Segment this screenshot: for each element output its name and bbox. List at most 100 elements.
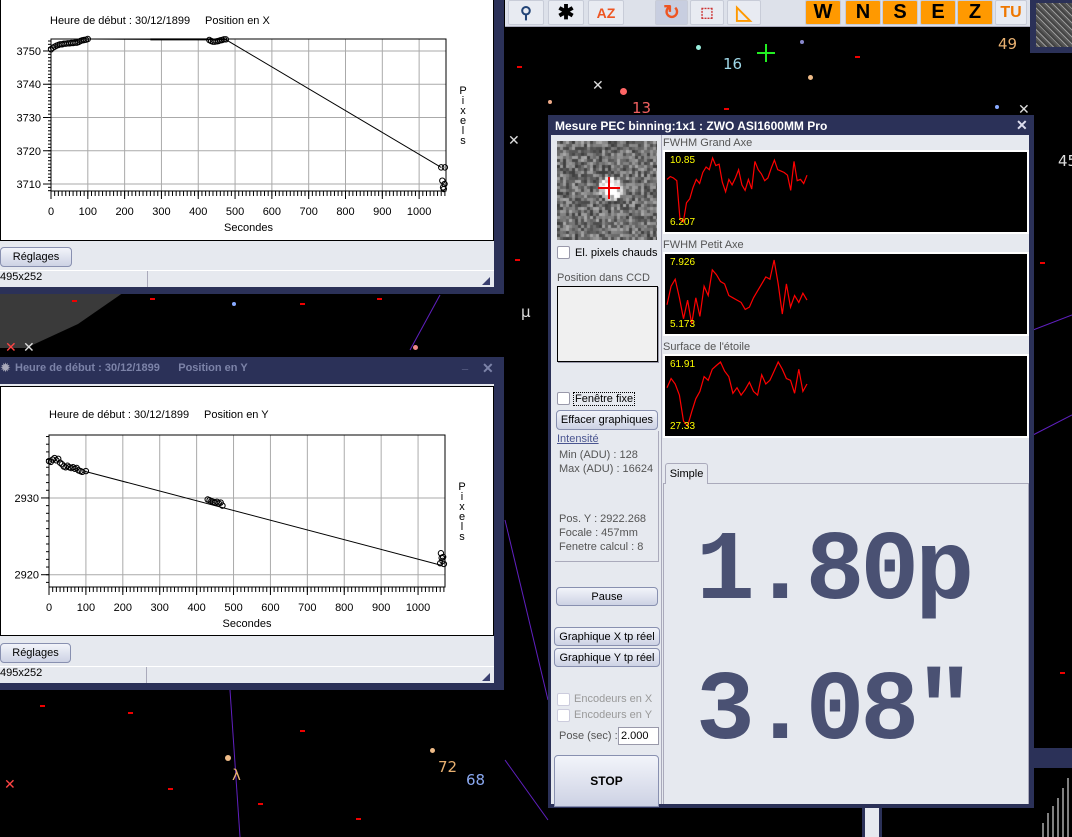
pause-button[interactable]: Pause: [556, 587, 658, 606]
ccd-position-label: Position dans CCD: [557, 272, 650, 284]
az-sort-icon[interactable]: AZ: [588, 0, 624, 25]
sparkline: [667, 158, 807, 222]
window-fragment: [862, 805, 882, 837]
trend-line: [84, 471, 442, 565]
target-crosshair-icon[interactable]: [757, 44, 775, 62]
fwhm-minor-label: FWHM Petit Axe: [663, 239, 744, 251]
hot-pixels-checkbox[interactable]: [557, 246, 570, 259]
x-tick-label: 400: [189, 206, 207, 218]
size-label: 495x252: [0, 271, 42, 283]
x-tick-label: 100: [77, 602, 95, 614]
x-tick-label: 300: [151, 602, 169, 614]
tab-simple[interactable]: Simple: [665, 463, 708, 484]
tab-label: Simple: [670, 468, 704, 480]
x-marker-icon: ✕: [5, 340, 17, 354]
x-tick-label: 900: [372, 602, 390, 614]
refresh-icon[interactable]: ↻: [655, 0, 688, 25]
telescope-icon[interactable]: ⚲: [508, 0, 544, 25]
graph-x-realtime-button[interactable]: Graphique X tp réel: [554, 627, 660, 646]
x-tick-label: 400: [187, 602, 205, 614]
sparkline: [667, 362, 807, 426]
max-value: 7.926: [670, 257, 695, 268]
star-label: λ: [232, 766, 241, 784]
star-icon[interactable]: ✱: [548, 0, 584, 25]
hot-pixels-label: El. pixels chauds: [575, 247, 658, 259]
y-axis-label: s: [460, 135, 466, 147]
clear-graphs-button[interactable]: Effacer graphiques: [556, 410, 658, 430]
fixed-window-checkbox[interactable]: [557, 392, 570, 405]
graph-y-realtime-button[interactable]: Graphique Y tp réel: [554, 648, 660, 667]
status-bar: 495x252: [0, 270, 494, 287]
resize-grip-icon[interactable]: [482, 277, 490, 285]
star: [620, 88, 627, 95]
y-tick-label: 3740: [17, 79, 41, 91]
x-tick-label: 600: [263, 206, 281, 218]
x-tick-label: 300: [152, 206, 170, 218]
encoder-y-checkbox[interactable]: [557, 709, 570, 722]
minimize-button[interactable]: _: [462, 359, 468, 371]
star-label: 72: [438, 758, 457, 776]
star-surface-label: Surface de l'étoile: [663, 341, 750, 353]
direction-s-button[interactable]: S: [882, 0, 918, 25]
sparkline: [667, 260, 807, 324]
star-label: 49: [998, 35, 1017, 53]
pec-measure-window: Mesure PEC binning:1x1 : ZWO ASI1600MM P…: [548, 115, 1034, 808]
y-tick-label: 3750: [17, 46, 41, 58]
close-button[interactable]: ✕: [482, 360, 494, 377]
max-value: 61.91: [670, 359, 695, 370]
position-x-plot: Heure de début : 30/12/1899 Position en …: [0, 0, 494, 241]
data-point: [442, 165, 447, 170]
plot-frame: [51, 39, 446, 191]
x-tick-label: 700: [298, 602, 316, 614]
y-tick-label: 3730: [17, 112, 41, 124]
direction-e-button[interactable]: E: [920, 0, 956, 25]
resize-grip-icon[interactable]: [482, 673, 490, 681]
exposure-input[interactable]: [618, 727, 659, 745]
position-x-window: Heure de début : 30/12/1899 Position en …: [0, 0, 504, 294]
error-arcsec: 3.08": [696, 664, 970, 762]
min-value: 27.33: [670, 421, 695, 432]
direction-z-button[interactable]: Z: [957, 0, 993, 25]
position-y-window: ✹ Heure de début : 30/12/1899 Position e…: [0, 357, 504, 690]
star-label: 16: [723, 55, 742, 73]
settings-button[interactable]: Réglages: [0, 247, 72, 267]
x-tick-label: 700: [300, 206, 318, 218]
star: [696, 45, 701, 50]
encoder-x-checkbox[interactable]: [557, 693, 570, 706]
focal-length: Focale : 457mm: [559, 527, 638, 539]
encoder-y-label: Encodeurs en Y: [574, 709, 652, 721]
triangle-ruler-icon[interactable]: ◺: [727, 0, 761, 25]
star-label: 45: [1058, 152, 1072, 170]
selection-icon[interactable]: ⬚: [690, 0, 724, 25]
star: [800, 40, 804, 44]
min-adu: Min (ADU) : 128: [559, 449, 638, 461]
x-tick-label: 1000: [407, 206, 431, 218]
x-tick-label: 200: [114, 602, 132, 614]
size-label: 495x252: [0, 667, 42, 679]
direction-n-button[interactable]: N: [845, 0, 881, 25]
settings-button[interactable]: Réglages: [0, 643, 71, 663]
x-marker-icon: ✕: [508, 133, 520, 147]
error-pixels: 1.80p: [696, 524, 970, 622]
fixed-window-label: Fenêtre fixe: [573, 392, 635, 406]
tu-button[interactable]: TU: [995, 0, 1027, 25]
encoder-x-label: Encodeurs en X: [574, 693, 652, 705]
x-marker-icon: ✕: [1018, 102, 1030, 116]
x-tick-label: 500: [226, 206, 244, 218]
title-bar: ✹ Heure de début : 30/12/1899 Position e…: [0, 357, 504, 380]
x-tick-label: 200: [115, 206, 133, 218]
x-marker-icon: ✕: [23, 340, 35, 354]
x-marker-icon: ✕: [4, 777, 16, 791]
y-tick-label: 3710: [17, 179, 41, 191]
stop-button[interactable]: STOP: [554, 755, 659, 807]
simple-panel: 1.80p 3.08": [663, 483, 1029, 804]
x-tick-label: 100: [79, 206, 97, 218]
star: [995, 105, 999, 109]
star: [232, 302, 236, 306]
star: [430, 748, 435, 753]
intensity-label: Intensité: [557, 433, 599, 445]
close-button[interactable]: ✕: [1016, 117, 1028, 134]
direction-w-button[interactable]: W: [805, 0, 841, 25]
position-x-chart: 0 100 200 300 400 500 600 700 800 900 1000 3710 3720…: [1, 0, 495, 241]
x-tick-label: 800: [335, 602, 353, 614]
